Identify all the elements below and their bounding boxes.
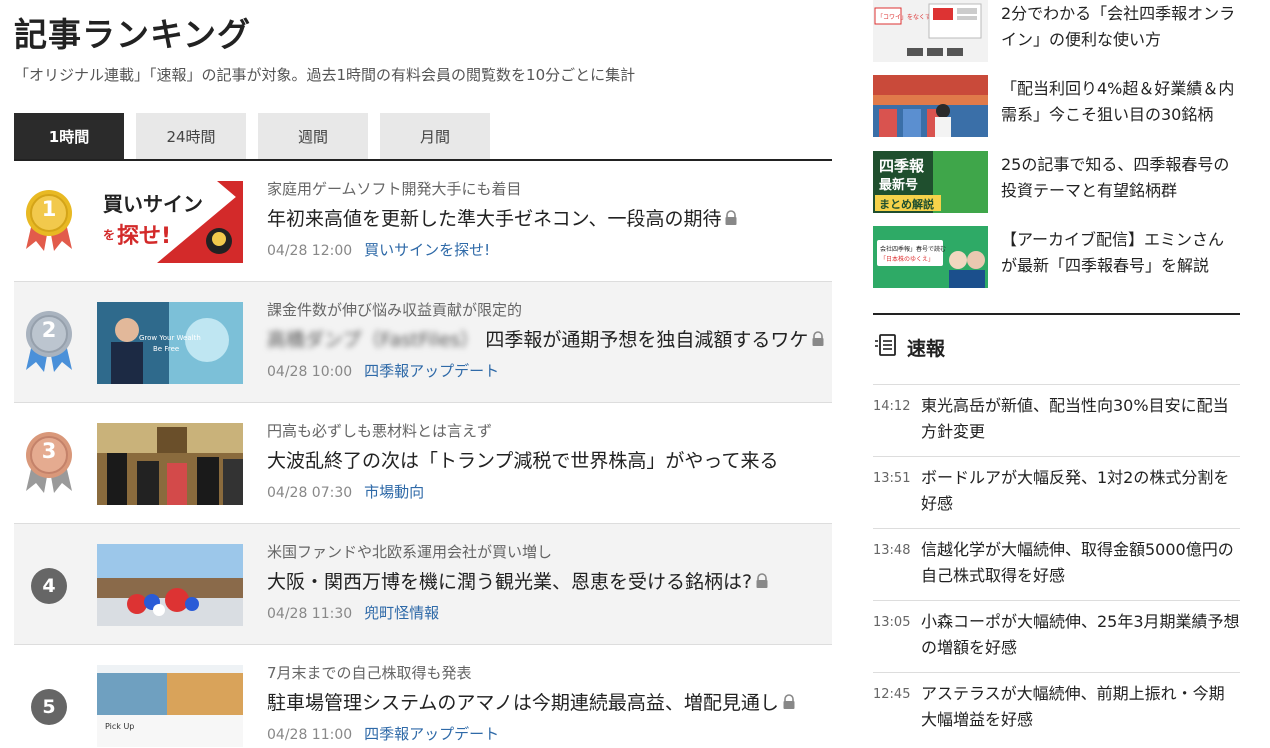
article-subtitle: 円高も必ずしも悪材料とは言えず: [267, 422, 493, 440]
rank-number: 2: [41, 318, 57, 342]
rank-number: 3: [41, 439, 57, 463]
ranking-description: 「オリジナル連載」「速報」の記事が対象。過去1時間の有料会員の閲覧数を10分ごと…: [14, 66, 636, 84]
article-thumbnail[interactable]: [97, 423, 243, 505]
promo-text: 2分でわかる「会社四季報オンライン」の便利な使い方: [1001, 4, 1236, 49]
article-meta: 04/28 11:00 四季報アップデート: [267, 723, 499, 744]
svg-text:探せ!: 探せ!: [117, 223, 171, 249]
article-subtitle: 米国ファンドや北欧系運用会社が買い増し: [267, 543, 553, 561]
bronze-medal-icon: 3: [24, 431, 74, 497]
promo-thumbnail: [873, 75, 988, 137]
promo-item-4[interactable]: 会社四季報」春号で読む 「日本株のゆくえ」 【アーカイブ配信】エミンさんが最新「…: [873, 226, 1240, 288]
news-time: 13:48: [873, 543, 911, 558]
news-time: 12:45: [873, 687, 911, 702]
promo-item-3[interactable]: 四季報 最新号 まとめ解説 25の記事で知る、四季報春号の投資テーマと有望銘柄群: [873, 151, 1240, 213]
news-text: 信越化学が大幅続伸、取得金額5000億円の自己株式取得を好感: [921, 540, 1234, 585]
news-text: ボードルアが大幅反発、1対2の株式分割を好感: [921, 468, 1230, 513]
news-time: 13:05: [873, 615, 911, 630]
promo-text: 「配当利回り4%超＆好業績＆内需系」今こそ狙い目の30銘柄: [1001, 79, 1235, 124]
article-meta: 04/28 12:00 買いサインを探せ!: [267, 239, 490, 260]
svg-text:会社四季報」春号で読む: 会社四季報」春号で読む: [880, 245, 946, 253]
svg-text:「日本株のゆくえ」: 「日本株のゆくえ」: [880, 255, 934, 263]
promo-thumbnail: 会社四季報」春号で読む 「日本株のゆくえ」: [873, 226, 988, 288]
promo-thumbnail: 四季報 最新号 まとめ解説: [873, 151, 988, 213]
news-list-icon: [873, 332, 899, 362]
tab-1hour[interactable]: 1時間: [14, 113, 124, 159]
article-thumbnail[interactable]: Grow Your Wealth Be Free: [97, 302, 243, 384]
article-subtitle: 課金件数が伸び悩み収益貢献が限定的: [267, 301, 523, 319]
news-text: 東光高岳が新値、配当性向30%目安に配当方針変更: [921, 396, 1229, 441]
article-subtitle: 7月末までの自己株取得も発表: [267, 664, 472, 682]
flash-news-item[interactable]: 13:48 信越化学が大幅続伸、取得金額5000億円の自己株式取得を好感: [873, 528, 1240, 600]
category-link[interactable]: 市場動向: [364, 483, 424, 501]
category-link[interactable]: 買いサインを探せ!: [364, 241, 490, 259]
article-headline-link[interactable]: 大波乱終了の次は「トランプ減税で世界株高」がやって来る: [267, 446, 778, 473]
svg-text:四季報: 四季報: [879, 157, 925, 175]
thumb-text: Pick Up: [105, 722, 134, 731]
lock-icon: [724, 209, 738, 231]
promo-thumbnail: 「コワイ」をなくす: [873, 0, 988, 62]
rank-number: 5: [31, 689, 67, 725]
promo-text: 【アーカイブ配信】エミンさんが最新「四季報春号」を解説: [1001, 230, 1225, 275]
section-divider: [873, 313, 1240, 315]
ranking-item-4[interactable]: 4 米国ファンドや北欧系運用会社が買い増し 大阪・関西万博を機に潤う観光業、恩恵…: [14, 524, 832, 645]
lock-icon: [811, 330, 825, 352]
svg-text:最新号: 最新号: [879, 177, 918, 193]
tab-monthly[interactable]: 月間: [380, 113, 490, 159]
page-title: 記事ランキング: [14, 15, 252, 54]
news-text: 小森コーポが大幅続伸、25年3月期業績予想の増額を好感: [921, 612, 1240, 657]
category-link[interactable]: 兜町怪情報: [364, 604, 439, 622]
silver-medal-icon: 2: [24, 310, 74, 376]
rank-number: 1: [41, 197, 57, 221]
ranking-item-5[interactable]: 5 Pick Up 7月末までの自己株取得も発表 駐車場管理システムのアマノは今…: [14, 645, 832, 748]
article-date: 04/28 11:00: [267, 727, 353, 743]
flash-news-item[interactable]: 13:05 小森コーポが大幅続伸、25年3月期業績予想の増額を好感: [873, 600, 1240, 672]
article-meta: 04/28 10:00 四季報アップデート: [267, 360, 499, 381]
article-headline-link[interactable]: 駐車場管理システムのアマノは今期連続最高益、増配見通し: [267, 688, 796, 715]
promo-text: 25の記事で知る、四季報春号の投資テーマと有望銘柄群: [1001, 155, 1230, 200]
thumb-text: 買いサイン: [103, 192, 203, 216]
article-thumbnail[interactable]: Pick Up: [97, 665, 243, 747]
ranking-item-2[interactable]: 2 Grow Your Wealth Be Free 課金件数が伸び悩み収益貢献…: [14, 282, 832, 403]
article-meta: 04/28 11:30 兜町怪情報: [267, 602, 439, 623]
flash-news-item[interactable]: 12:45 アステラスが大幅続伸、前期上振れ・今期大幅増益を好感: [873, 672, 1240, 744]
blurred-company-name: 高橋ダンプ（FastFiles）: [267, 329, 480, 351]
svg-text:Be Free: Be Free: [153, 345, 179, 353]
article-subtitle: 家庭用ゲームソフト開発大手にも着目: [267, 180, 522, 198]
rank-number: 4: [31, 568, 67, 604]
ranking-tabs: 1時間 24時間 週間 月間: [14, 113, 832, 161]
thumb-text: Grow Your Wealth: [139, 334, 201, 342]
svg-text:「コワイ」をなくす: 「コワイ」をなくす: [877, 14, 931, 21]
news-time: 14:12: [873, 399, 911, 414]
article-headline-link[interactable]: 大阪・関西万博を機に潤う観光業、恩恵を受ける銘柄は?: [267, 567, 769, 594]
ranking-item-1[interactable]: 1 買いサイン を 探せ! 家庭用ゲームソフト開発大手にも着目 年初来高値を更新…: [14, 161, 832, 282]
flash-news-item[interactable]: 14:12 東光高岳が新値、配当性向30%目安に配当方針変更: [873, 384, 1240, 456]
tab-24hours[interactable]: 24時間: [136, 113, 246, 159]
news-time: 13:51: [873, 471, 911, 486]
article-thumbnail[interactable]: 買いサイン を 探せ!: [97, 181, 243, 263]
gold-medal-icon: 1: [24, 189, 74, 255]
tab-weekly[interactable]: 週間: [258, 113, 368, 159]
promo-item-2[interactable]: 「配当利回り4%超＆好業績＆内需系」今こそ狙い目の30銘柄: [873, 75, 1240, 137]
lock-icon: [755, 572, 769, 594]
article-date: 04/28 07:30: [267, 485, 353, 501]
category-link[interactable]: 四季報アップデート: [364, 725, 499, 743]
article-date: 04/28 12:00: [267, 243, 353, 259]
category-link[interactable]: 四季報アップデート: [364, 362, 499, 380]
ranking-item-3[interactable]: 3 円高も必ずしも悪材料とは言えず 大波乱終了の次は「トランプ減税で世界株高」が…: [14, 403, 832, 524]
svg-text:を: を: [103, 228, 115, 242]
article-meta: 04/28 07:30 市場動向: [267, 481, 424, 502]
svg-text:まとめ解説: まとめ解説: [879, 197, 934, 211]
article-date: 04/28 11:30: [267, 606, 353, 622]
article-date: 04/28 10:00: [267, 364, 353, 380]
lock-icon: [782, 693, 796, 715]
article-thumbnail[interactable]: [97, 544, 243, 626]
news-text: アステラスが大幅続伸、前期上振れ・今期大幅増益を好感: [921, 684, 1225, 729]
article-headline-link[interactable]: 高橋ダンプ（FastFiles） 四季報が通期予想を独自減額するワケ: [267, 325, 825, 352]
flash-title: 速報: [907, 337, 946, 360]
flash-header: 速報: [873, 333, 945, 361]
promo-item-1[interactable]: 「コワイ」をなくす 2分でわかる「会社四季報オンライン」の便利な使い方: [873, 0, 1240, 62]
article-headline-link[interactable]: 年初来高値を更新した準大手ゼネコン、一段高の期待: [267, 204, 738, 231]
flash-news-item[interactable]: 13:51 ボードルアが大幅反発、1対2の株式分割を好感: [873, 456, 1240, 528]
